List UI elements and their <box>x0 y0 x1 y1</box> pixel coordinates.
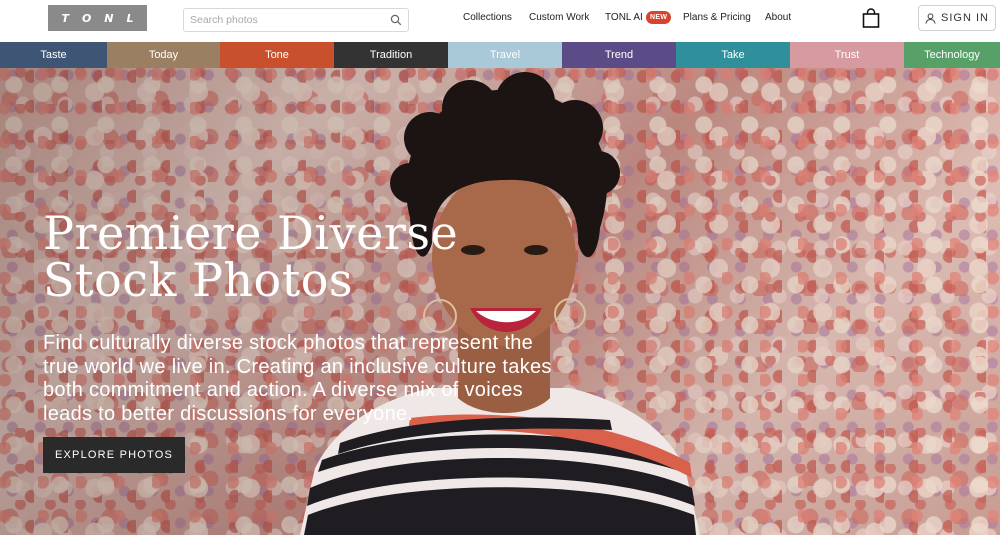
tonl-logo[interactable]: TONL <box>48 5 147 31</box>
category-label: Take <box>721 49 745 61</box>
category-technology[interactable]: Technology <box>904 42 1000 68</box>
hero-description: Find culturally diverse stock photos tha… <box>43 332 552 425</box>
category-label: Today <box>148 49 179 61</box>
category-today[interactable]: Today <box>107 42 220 68</box>
category-take[interactable]: Take <box>676 42 790 68</box>
explore-photos-button[interactable]: EXPLORE PHOTOS <box>43 437 185 473</box>
category-bar: Taste Today Tone Tradition Travel Trend … <box>0 42 1000 68</box>
category-travel[interactable]: Travel <box>448 42 562 68</box>
category-label: Tone <box>265 49 289 61</box>
category-label: Tradition <box>369 49 413 61</box>
hero-banner: Premiere Diverse Stock Photos Find cultu… <box>0 68 1000 535</box>
hero-title: Premiere Diverse Stock Photos <box>43 210 563 304</box>
nav-tonl-ai[interactable]: TONL AI <box>605 12 643 23</box>
site-header: TONL Collections Custom Work TONL AI NEW… <box>0 0 1000 42</box>
nav-custom-work[interactable]: Custom Work <box>529 12 589 23</box>
category-trust[interactable]: Trust <box>790 42 904 68</box>
search-box[interactable] <box>183 8 409 32</box>
hero-title-line-1: Premiere Diverse <box>43 206 459 260</box>
category-tradition[interactable]: Tradition <box>334 42 448 68</box>
category-label: Trend <box>604 49 634 61</box>
category-taste[interactable]: Taste <box>0 42 107 68</box>
category-label: Taste <box>40 49 67 61</box>
new-badge: NEW <box>646 11 672 24</box>
nav-about[interactable]: About <box>765 12 791 23</box>
category-trend[interactable]: Trend <box>562 42 676 68</box>
nav-plans-pricing[interactable]: Plans & Pricing <box>683 12 751 23</box>
nav-collections[interactable]: Collections <box>463 12 512 23</box>
hero-title-line-2: Stock Photos <box>43 253 354 307</box>
sign-in-button[interactable]: SIGN IN <box>918 5 996 31</box>
category-label: Technology <box>924 49 980 61</box>
sign-in-label: SIGN IN <box>941 12 989 24</box>
user-icon <box>925 12 936 24</box>
category-tone[interactable]: Tone <box>220 42 334 68</box>
search-icon[interactable] <box>390 14 402 26</box>
category-label: Trust <box>834 49 860 61</box>
category-label: Travel <box>489 49 521 61</box>
search-input[interactable] <box>190 12 385 28</box>
shopping-bag-icon[interactable] <box>862 8 880 28</box>
